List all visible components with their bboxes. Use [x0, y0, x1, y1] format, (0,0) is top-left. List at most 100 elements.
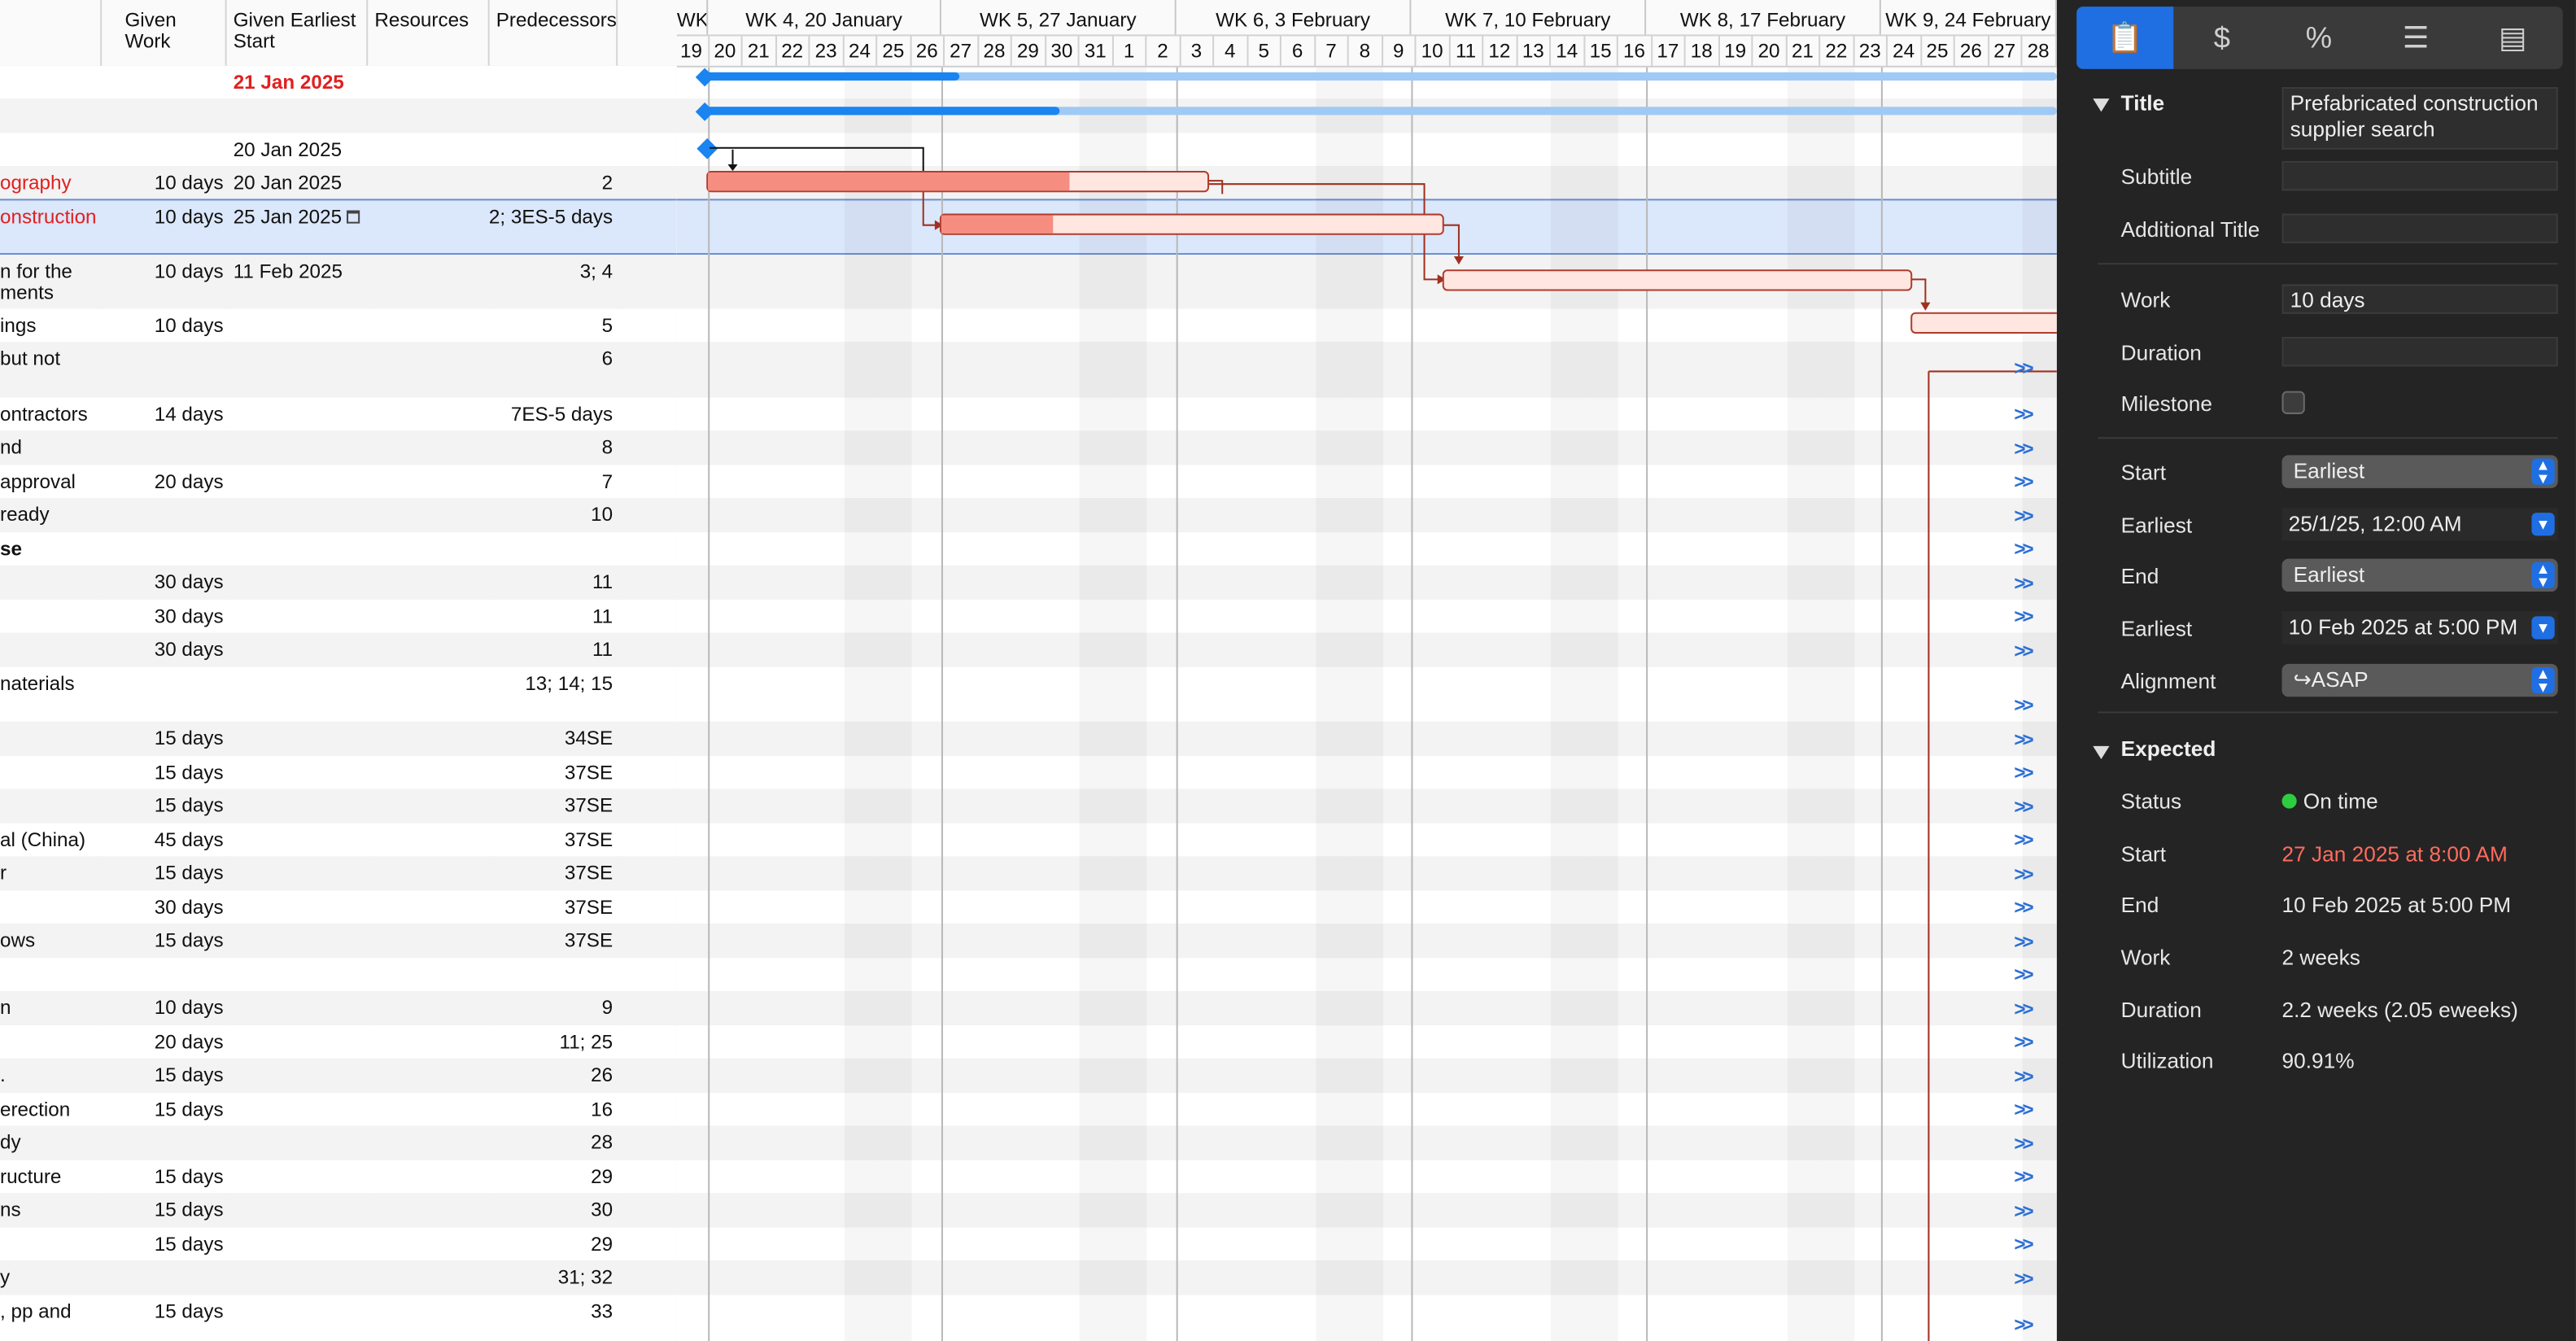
given-work-cell[interactable]: 15 days — [102, 762, 224, 784]
table-row[interactable] — [0, 98, 677, 133]
duration-field[interactable] — [2281, 337, 2558, 367]
predecessors-cell[interactable]: 6 — [487, 347, 613, 369]
more-indicator-icon[interactable]: >> — [2014, 437, 2033, 460]
given-work-cell[interactable]: 30 days — [102, 605, 224, 627]
task-name-cell[interactable]: nd — [0, 437, 98, 458]
predecessors-cell[interactable]: 30 — [487, 1199, 613, 1221]
table-row[interactable]: ns 15 days 30 — [0, 1193, 677, 1228]
col-header-predecessors[interactable]: Predecessors — [490, 0, 618, 66]
predecessors-cell[interactable]: 33 — [487, 1301, 613, 1323]
table-row[interactable]: n for the ments 10 days 11 Feb 2025 3; 4 — [0, 255, 677, 309]
table-row[interactable]: 21 Jan 2025 — [0, 65, 677, 99]
dollar-icon[interactable]: $ — [2173, 7, 2270, 69]
predecessors-cell[interactable]: 31; 32 — [487, 1266, 613, 1288]
task-name-cell[interactable]: r — [0, 863, 98, 884]
task-name-cell[interactable]: ontractors — [0, 404, 98, 426]
table-row[interactable]: approval 20 days 7 — [0, 465, 677, 498]
start-select[interactable]: Earliest ▲ ▼ — [2281, 455, 2558, 488]
task-name-cell[interactable]: ready — [0, 505, 98, 526]
notes-icon[interactable]: ▤ — [2465, 7, 2561, 69]
more-indicator-icon[interactable]: >> — [2014, 795, 2033, 818]
given-work-cell[interactable]: 15 days — [102, 929, 224, 951]
given-work-cell[interactable]: 15 days — [102, 1234, 224, 1256]
subtitle-field[interactable] — [2281, 160, 2558, 191]
given-work-cell[interactable]: 15 days — [102, 794, 224, 816]
more-indicator-icon[interactable]: >> — [2014, 505, 2033, 527]
more-indicator-icon[interactable]: >> — [2014, 998, 2033, 1020]
more-indicator-icon[interactable]: >> — [2014, 930, 2033, 953]
table-row[interactable]: 30 days 11 — [0, 600, 677, 633]
task-name-cell[interactable]: ructure — [0, 1167, 98, 1188]
table-row[interactable]: r 15 days 37SE — [0, 856, 677, 891]
predecessors-cell[interactable]: 7ES-5 days — [487, 404, 613, 426]
given-work-cell[interactable]: 15 days — [102, 1166, 224, 1188]
task-bar[interactable] — [706, 171, 1210, 193]
more-indicator-icon[interactable]: >> — [2014, 537, 2033, 560]
task-name-cell[interactable]: ows — [0, 930, 98, 951]
percent-cycle-icon[interactable]: % — [2270, 7, 2367, 69]
earliest-start-date-field[interactable]: 25/1/25, 12:00 AM ▼ — [2281, 508, 2558, 541]
given-work-cell[interactable]: 10 days — [102, 206, 224, 228]
table-row[interactable]: 30 days 11 — [0, 632, 677, 667]
predecessors-cell[interactable]: 28 — [487, 1131, 613, 1154]
task-name-cell[interactable]: dy — [0, 1133, 98, 1154]
predecessors-cell[interactable]: 7 — [487, 471, 613, 493]
table-row[interactable]: onstruction 10 days 25 Jan 2025 2; 3ES-5 da… — [0, 199, 677, 256]
predecessors-cell[interactable]: 37SE — [487, 897, 613, 919]
given-work-cell[interactable]: 45 days — [102, 829, 224, 851]
title-field[interactable]: Prefabricated construction supplier sear… — [2281, 87, 2558, 150]
predecessors-cell[interactable]: 29 — [487, 1166, 613, 1188]
col-header-given-work[interactable]: Given Work — [102, 0, 227, 66]
table-row[interactable]: 30 days 37SE — [0, 890, 677, 924]
predecessors-cell[interactable]: 10 — [487, 504, 613, 526]
predecessors-cell[interactable]: 11 — [487, 639, 613, 661]
end-select[interactable]: Earliest ▲ ▼ — [2281, 558, 2558, 592]
more-indicator-icon[interactable]: >> — [2014, 356, 2033, 379]
more-indicator-icon[interactable]: >> — [2014, 640, 2033, 662]
col-header-name[interactable] — [0, 0, 103, 66]
table-row[interactable]: y 31; 32 — [0, 1260, 677, 1295]
predecessors-cell[interactable]: 37SE — [487, 762, 613, 784]
table-row[interactable]: ows 15 days 37SE — [0, 924, 677, 959]
task-name-cell[interactable]: naterials — [0, 674, 98, 695]
col-header-given-earliest-start[interactable]: Given Earliest Start — [227, 0, 369, 66]
predecessors-cell[interactable]: 37SE — [487, 794, 613, 816]
more-indicator-icon[interactable]: >> — [2014, 728, 2033, 751]
given-work-cell[interactable]: 10 days — [102, 172, 224, 194]
predecessors-cell[interactable]: 37SE — [487, 829, 613, 851]
table-row[interactable]: 15 days 29 — [0, 1227, 677, 1261]
predecessors-cell[interactable]: 9 — [487, 997, 613, 1019]
more-indicator-icon[interactable]: >> — [2014, 1233, 2033, 1256]
task-bar[interactable] — [939, 213, 1444, 235]
task-name-cell[interactable]: but not — [0, 348, 98, 369]
given-work-cell[interactable]: 10 days — [102, 997, 224, 1019]
table-row[interactable]: ings 10 days 5 — [0, 308, 677, 343]
more-indicator-icon[interactable]: >> — [2014, 828, 2033, 851]
predecessors-cell[interactable]: 16 — [487, 1099, 613, 1120]
table-row[interactable]: se — [0, 532, 677, 566]
table-row[interactable] — [0, 958, 677, 991]
chevron-down-icon[interactable]: ▼ — [2531, 513, 2555, 536]
task-name-cell[interactable]: n for the ments — [0, 261, 98, 304]
more-indicator-icon[interactable]: >> — [2014, 1065, 2033, 1088]
predecessors-cell[interactable]: 37SE — [487, 862, 613, 884]
given-work-cell[interactable]: 15 days — [102, 1199, 224, 1221]
predecessors-cell[interactable]: 5 — [487, 315, 613, 337]
predecessors-cell[interactable]: 11 — [487, 605, 613, 627]
predecessors-cell[interactable]: 37SE — [487, 929, 613, 951]
additional-title-field[interactable] — [2281, 213, 2558, 243]
table-row[interactable]: ography 10 days 20 Jan 2025 2 — [0, 165, 677, 199]
predecessors-cell[interactable]: 34SE — [487, 727, 613, 749]
task-name-cell[interactable]: erection — [0, 1099, 98, 1120]
table-row[interactable]: nd 8 — [0, 430, 677, 465]
table-row[interactable]: naterials 13; 14; 15 — [0, 666, 677, 722]
table-row[interactable]: . 15 days 26 — [0, 1058, 677, 1094]
more-indicator-icon[interactable]: >> — [2014, 605, 2033, 627]
more-indicator-icon[interactable]: >> — [2014, 403, 2033, 426]
given-earliest-start-cell[interactable]: 11 Feb 2025 — [234, 260, 369, 282]
given-work-cell[interactable]: 20 days — [102, 1031, 224, 1053]
given-work-cell[interactable]: 10 days — [102, 260, 224, 282]
table-row[interactable]: 30 days 11 — [0, 565, 677, 601]
more-indicator-icon[interactable]: >> — [2014, 761, 2033, 784]
more-indicator-icon[interactable]: >> — [2014, 572, 2033, 595]
